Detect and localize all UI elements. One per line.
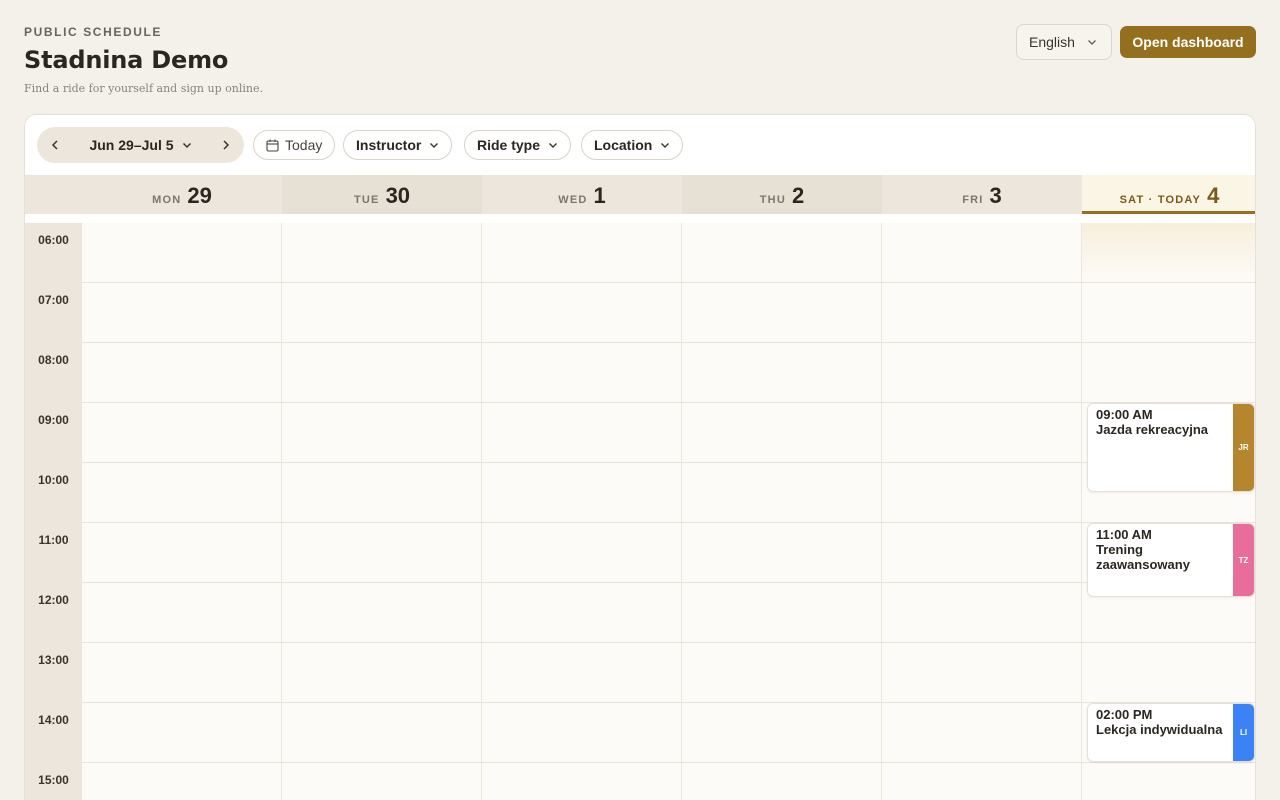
day-column-fri[interactable] [882,223,1082,800]
event-card-lekcja-indywidualna[interactable]: 02:00 PM Lekcja indywidualna LI [1087,703,1255,762]
location-filter-label: Location [594,137,653,153]
day-name: MON [152,194,182,206]
hour-label: 13:00 [38,653,69,667]
chevron-down-icon [1087,40,1096,45]
chevron-right-icon [223,140,230,150]
day-name: WED [558,194,588,206]
chevron-down-icon [182,142,191,149]
day-header-fri[interactable]: FRI 3 [882,175,1082,214]
hour-label: 12:00 [38,593,69,607]
day-header-tue[interactable]: TUE 30 [282,175,482,214]
open-dashboard-button[interactable]: Open dashboard [1120,26,1256,58]
time-column: 06:00 07:00 08:00 09:00 10:00 11:00 12:0… [25,223,82,800]
day-header-mon[interactable]: MON 29 [82,175,282,214]
day-number: 1 [593,183,606,208]
today-highlight [1082,223,1255,283]
event-title: Lekcja indywidualna [1096,722,1223,737]
day-name: THU [759,194,786,206]
page-subtitle: Find a ride for yourself and sign up onl… [24,82,263,95]
hour-divider [82,402,1255,403]
hour-divider [82,642,1255,643]
event-card-jazda-rekreacyjna[interactable]: 09:00 AM Jazda rekreacyjna JR [1087,403,1255,492]
schedule-toolbar: Jun 29–Jul 5 Today Instructor Ride type [25,115,1255,175]
hour-label: 08:00 [38,353,69,367]
day-name: TUE [353,194,380,206]
schedule-panel: Jun 29–Jul 5 Today Instructor Ride type [24,114,1256,800]
day-header-sat-today[interactable]: SAT · TODAY 4 [1082,175,1255,214]
hour-divider [82,582,1255,583]
hour-divider [82,762,1255,763]
event-type-tag: JR [1233,404,1254,491]
calendar-icon [266,139,279,152]
ride-type-filter[interactable]: Ride type [464,130,572,160]
event-type-tag: TZ [1233,524,1254,596]
language-value: English [1029,34,1075,50]
hour-label: 06:00 [38,233,69,247]
hour-divider [82,342,1255,343]
date-range-picker[interactable]: Jun 29–Jul 5 [73,137,208,153]
day-column-mon[interactable] [82,223,282,800]
ride-type-filter-label: Ride type [477,137,541,153]
day-number: 29 [187,183,212,208]
event-type-tag: LI [1233,704,1254,761]
hour-divider [82,522,1255,523]
prev-week-button[interactable] [37,127,73,163]
hour-divider [82,702,1255,703]
hour-label: 10:00 [38,473,69,487]
day-header-row: MON 29 TUE 30 WED 1 THU 2 FRI 3 SAT · TO… [25,175,1255,214]
hour-label: 15:00 [38,773,69,787]
hour-divider [82,282,1255,283]
day-number: 3 [989,183,1002,208]
chevron-down-icon [430,143,439,148]
location-filter[interactable]: Location [581,130,684,160]
hour-divider [82,462,1255,463]
day-number: 4 [1207,183,1220,208]
today-label: Today [285,137,323,153]
page-eyebrow: PUBLIC SCHEDULE [24,25,163,39]
day-column-thu[interactable] [682,223,882,800]
event-time: 02:00 PM [1096,707,1153,722]
chevron-left-icon [51,140,58,150]
event-title: Jazda rekreacyjna [1096,422,1209,437]
hour-label: 09:00 [38,413,69,427]
day-name: SAT · TODAY [1119,194,1202,206]
chevron-down-icon [661,143,670,148]
hour-label: 07:00 [38,293,69,307]
date-range-label: Jun 29–Jul 5 [89,137,174,153]
instructor-filter[interactable]: Instructor [343,130,453,160]
day-name: FRI [962,194,984,206]
language-select[interactable]: English [1016,24,1112,60]
chevron-down-icon [549,143,558,148]
day-column-wed[interactable] [482,223,682,800]
day-header-wed[interactable]: WED 1 [482,175,682,214]
day-number: 30 [385,183,411,208]
date-range-control: Jun 29–Jul 5 [37,127,244,163]
page-title: Stadnina Demo [24,46,229,74]
event-title: Trening zaawansowany [1096,542,1190,572]
hour-label: 11:00 [38,533,69,547]
event-time: 09:00 AM [1096,407,1153,422]
hour-label: 14:00 [38,713,69,727]
instructor-filter-label: Instructor [356,137,422,153]
day-number: 2 [791,183,805,208]
day-column-tue[interactable] [282,223,482,800]
event-time: 11:00 AM [1096,527,1152,542]
next-week-button[interactable] [208,127,244,163]
today-button[interactable]: Today [253,130,336,160]
day-header-thu[interactable]: THU 2 [682,175,882,214]
calendar-grid: 06:00 07:00 08:00 09:00 10:00 11:00 12:0… [25,223,1255,800]
event-card-trening-zaawansowany[interactable]: 11:00 AM Trening zaawansowany TZ [1087,523,1255,597]
